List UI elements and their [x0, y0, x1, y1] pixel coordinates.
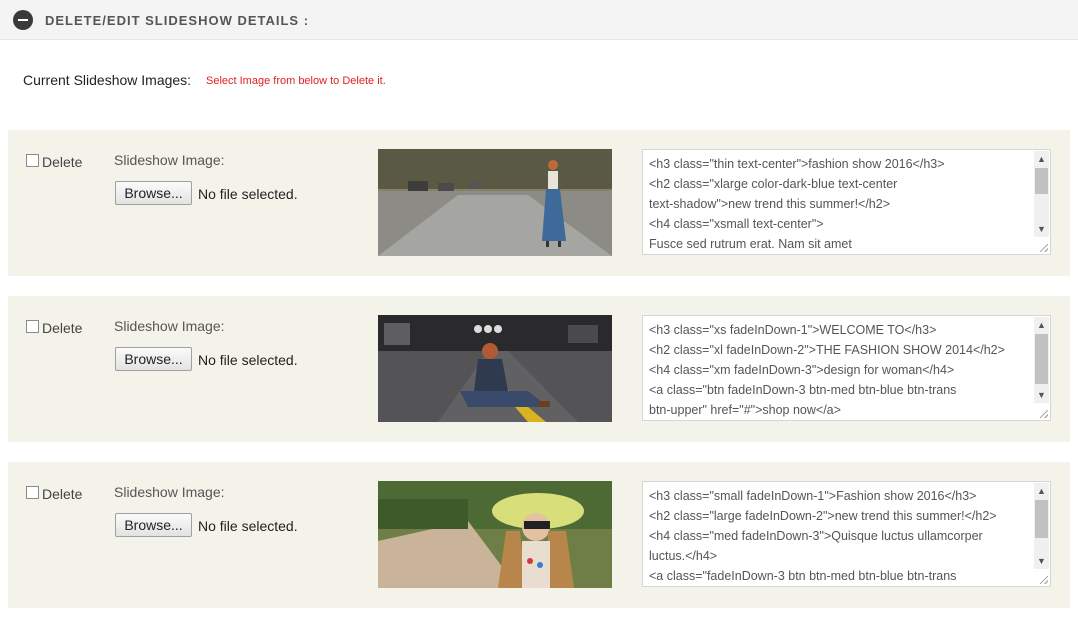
slide-caption-textarea[interactable]: <h3 class="xs fadeInDown-1">WELCOME TO</…: [642, 315, 1051, 421]
delete-label: Delete: [42, 320, 83, 336]
browse-button[interactable]: Browse...: [115, 347, 192, 371]
slide-thumbnail: [378, 481, 612, 588]
panel-header: DELETE/EDIT SLIDESHOW DETAILS :: [0, 0, 1078, 40]
textarea-scrollbar[interactable]: ▲ ▼: [1034, 317, 1049, 403]
scroll-down-arrow-icon[interactable]: ▼: [1037, 224, 1046, 234]
file-status: No file selected.: [198, 186, 298, 202]
resize-grip-icon[interactable]: [1040, 244, 1048, 252]
delete-label: Delete: [42, 486, 83, 502]
scroll-up-arrow-icon[interactable]: ▲: [1037, 154, 1046, 164]
scroll-down-arrow-icon[interactable]: ▼: [1037, 556, 1046, 566]
panel-title: DELETE/EDIT SLIDESHOW DETAILS :: [45, 13, 310, 28]
slide-thumbnail: [378, 149, 612, 256]
scroll-thumb[interactable]: [1035, 500, 1048, 538]
textarea-scrollbar[interactable]: ▲ ▼: [1034, 483, 1049, 569]
slide-thumbnail: [378, 315, 612, 422]
slideshow-image-label: Slideshow Image:: [114, 318, 225, 334]
delete-hint: Select Image from below to Delete it.: [206, 75, 386, 87]
slideshow-image-label: Slideshow Image:: [114, 152, 225, 168]
slideshow-image-label: Slideshow Image:: [114, 484, 225, 500]
slide-caption-code: <h3 class="small fadeInDown-1">Fashion s…: [649, 489, 997, 583]
delete-checkbox[interactable]: [26, 320, 39, 333]
slide-caption-code: <h3 class="thin text-center">fashion sho…: [649, 157, 945, 251]
delete-checkbox[interactable]: [26, 486, 39, 499]
scroll-down-arrow-icon[interactable]: ▼: [1037, 390, 1046, 400]
slide-row: Delete Slideshow Image: Browse... No fil…: [8, 296, 1070, 442]
textarea-scrollbar[interactable]: ▲ ▼: [1034, 151, 1049, 237]
resize-grip-icon[interactable]: [1040, 576, 1048, 584]
resize-grip-icon[interactable]: [1040, 410, 1048, 418]
slide-caption-textarea[interactable]: <h3 class="thin text-center">fashion sho…: [642, 149, 1051, 255]
slide-row: Delete Slideshow Image: Browse... No fil…: [8, 462, 1070, 608]
scroll-thumb[interactable]: [1035, 168, 1048, 194]
scroll-up-arrow-icon[interactable]: ▲: [1037, 320, 1046, 330]
file-status: No file selected.: [198, 518, 298, 534]
delete-label: Delete: [42, 154, 83, 170]
slide-row: Delete Slideshow Image: Browse... No fil…: [8, 130, 1070, 276]
slide-caption-code: <h3 class="xs fadeInDown-1">WELCOME TO</…: [649, 323, 1005, 417]
file-status: No file selected.: [198, 352, 298, 368]
browse-button[interactable]: Browse...: [115, 181, 192, 205]
scroll-up-arrow-icon[interactable]: ▲: [1037, 486, 1046, 496]
browse-button[interactable]: Browse...: [115, 513, 192, 537]
minus-circle-icon[interactable]: [13, 10, 33, 30]
current-images-label: Current Slideshow Images:: [23, 72, 192, 88]
scroll-thumb[interactable]: [1035, 334, 1048, 384]
delete-checkbox[interactable]: [26, 154, 39, 167]
slide-caption-textarea[interactable]: <h3 class="small fadeInDown-1">Fashion s…: [642, 481, 1051, 587]
